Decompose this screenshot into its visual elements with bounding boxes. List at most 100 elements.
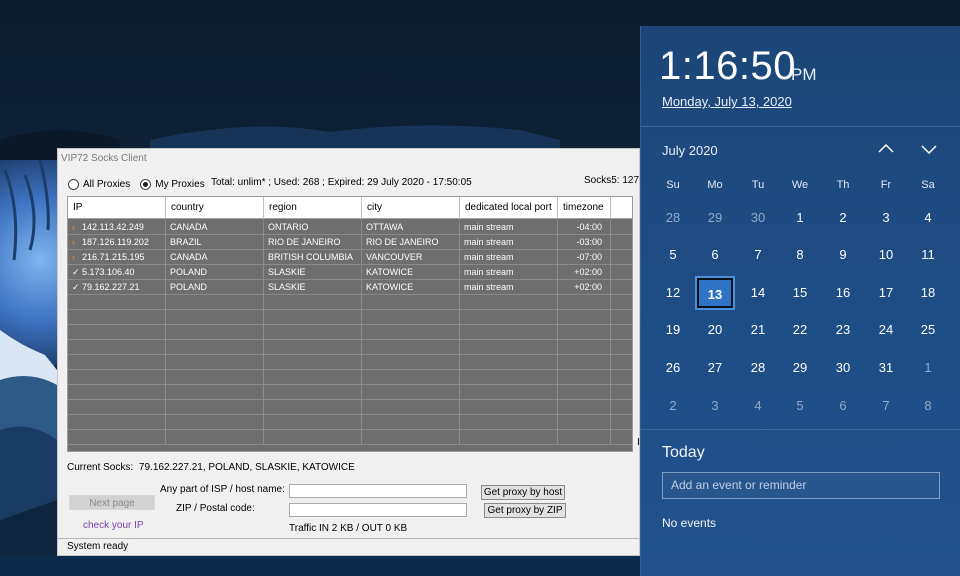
table-cell-empty xyxy=(460,400,558,415)
calendar-day[interactable]: 28 xyxy=(653,203,693,233)
calendar-day[interactable]: 19 xyxy=(653,315,693,345)
calendar-day[interactable]: 12 xyxy=(653,278,693,308)
table-row[interactable]: › 216.71.215.195 CANADA BRITISH COLUMBIA VAN… xyxy=(68,250,632,265)
table-row-empty xyxy=(68,385,632,400)
table-cell-ip: › 187.126.119.202 xyxy=(68,235,166,250)
column-header[interactable] xyxy=(611,197,632,219)
next-page-button[interactable]: Next page xyxy=(69,495,155,510)
calendar-day[interactable]: 14 xyxy=(738,278,778,308)
previous-month-chevron-up-icon[interactable] xyxy=(876,139,896,159)
weekday-header: Sa xyxy=(921,179,935,191)
calendar-day[interactable]: 29 xyxy=(780,353,820,383)
table-cell-empty xyxy=(558,295,611,310)
calendar-day[interactable]: 25 xyxy=(908,315,948,345)
all-proxies-radio[interactable] xyxy=(68,179,79,190)
calendar-day-today[interactable]: 13 xyxy=(695,276,735,310)
table-cell-empty xyxy=(611,340,632,355)
column-header[interactable]: region xyxy=(264,197,362,219)
column-header[interactable]: dedicated local port xyxy=(460,197,558,219)
clock-time: 1:16:50 xyxy=(659,44,796,88)
column-header[interactable]: city xyxy=(362,197,460,219)
table-row[interactable]: › 187.126.119.202 BRAZIL RIO DE JANEIRO RIO … xyxy=(68,235,632,250)
table-cell-port: main stream xyxy=(460,265,558,280)
check-ip-link[interactable]: check your IP xyxy=(83,520,144,531)
calendar-day[interactable]: 30 xyxy=(738,203,778,233)
calendar-day[interactable]: 7 xyxy=(738,240,778,270)
arrow-icon: › xyxy=(72,252,75,262)
calendar-day[interactable]: 21 xyxy=(738,315,778,345)
calendar-day[interactable]: 3 xyxy=(695,391,735,421)
table-cell-tz: -03:00 xyxy=(558,235,611,250)
get-proxy-by-host-button[interactable]: Get proxy by host xyxy=(481,485,565,500)
table-cell-empty xyxy=(166,340,264,355)
table-cell-empty xyxy=(264,325,362,340)
calendar-day[interactable]: 27 xyxy=(695,353,735,383)
calendar-day[interactable]: 4 xyxy=(908,203,948,233)
table-row[interactable]: ✓ 5.173.106.40 POLAND SLASKIE KATOWICE main s… xyxy=(68,265,632,280)
table-row-empty xyxy=(68,400,632,415)
calendar-day[interactable]: 6 xyxy=(695,240,735,270)
calendar-day[interactable]: 5 xyxy=(780,391,820,421)
table-cell-city: KATOWICE xyxy=(362,265,460,280)
calendar-day[interactable]: 20 xyxy=(695,315,735,345)
calendar-day[interactable]: 2 xyxy=(823,203,863,233)
full-date-link[interactable]: Monday, July 13, 2020 xyxy=(662,94,792,109)
calendar-day[interactable]: 3 xyxy=(866,203,906,233)
table-cell-empty xyxy=(611,310,632,325)
next-month-chevron-down-icon[interactable] xyxy=(919,139,939,159)
table-row[interactable]: › 142.113.42.249 CANADA ONTARIO OTTAWA main s… xyxy=(68,220,632,235)
calendar-day[interactable]: 22 xyxy=(780,315,820,345)
table-cell-empty xyxy=(558,370,611,385)
column-header[interactable]: IP xyxy=(68,197,166,219)
zip-input[interactable] xyxy=(289,503,467,517)
calendar-day[interactable]: 29 xyxy=(695,203,735,233)
calendar-day[interactable]: 4 xyxy=(738,391,778,421)
column-header[interactable]: country xyxy=(166,197,264,219)
calendar-day[interactable]: 10 xyxy=(866,240,906,270)
table-cell-port: main stream xyxy=(460,250,558,265)
table-cell-country: POLAND xyxy=(166,280,264,295)
calendar-day[interactable]: 15 xyxy=(780,278,820,308)
calendar-day[interactable]: 26 xyxy=(653,353,693,383)
calendar-day[interactable]: 1 xyxy=(908,353,948,383)
account-stats: Total: unlim* ; Used: 268 ; Expired: 29 … xyxy=(211,177,472,188)
table-cell-empty xyxy=(460,415,558,430)
calendar-day[interactable]: 6 xyxy=(823,391,863,421)
isp-input[interactable] xyxy=(289,484,467,498)
calendar-day[interactable]: 1 xyxy=(780,203,820,233)
calendar-day[interactable]: 2 xyxy=(653,391,693,421)
weekday-header: Tu xyxy=(751,179,765,191)
calendar-day[interactable]: 16 xyxy=(823,278,863,308)
calendar-day[interactable]: 7 xyxy=(866,391,906,421)
calendar-day[interactable]: 24 xyxy=(866,315,906,345)
calendar-day[interactable]: 9 xyxy=(823,240,863,270)
calendar-day[interactable]: 17 xyxy=(866,278,906,308)
calendar-month-title[interactable]: July 2020 xyxy=(662,143,718,158)
calendar-day[interactable]: 23 xyxy=(823,315,863,345)
divider xyxy=(641,126,960,127)
column-header[interactable]: timezone xyxy=(558,197,611,219)
calendar-day[interactable]: 8 xyxy=(908,391,948,421)
ip-text: 187.126.119.202 xyxy=(82,237,149,247)
current-socks-label: Current Socks: xyxy=(67,462,134,473)
table-cell-country: POLAND xyxy=(166,265,264,280)
calendar-day[interactable]: 31 xyxy=(866,353,906,383)
calendar-day[interactable]: 5 xyxy=(653,240,693,270)
table-cell-empty xyxy=(611,325,632,340)
table-cell-empty xyxy=(264,385,362,400)
calendar-day[interactable]: 18 xyxy=(908,278,948,308)
calendar-day[interactable]: 30 xyxy=(823,353,863,383)
table-cell-city: RIO DE JANEIRO xyxy=(362,235,460,250)
table-cell-empty xyxy=(611,415,632,430)
table-row[interactable]: ✓ 79.162.227.21 POLAND SLASKIE KATOWICE main … xyxy=(68,280,632,295)
table-cell-empty xyxy=(362,385,460,400)
calendar-day[interactable]: 8 xyxy=(780,240,820,270)
table-cell-empty xyxy=(166,430,264,445)
add-event-input[interactable]: Add an event or reminder xyxy=(662,472,940,499)
calendar-day[interactable]: 28 xyxy=(738,353,778,383)
my-proxies-radio[interactable] xyxy=(140,179,152,190)
table-row-empty xyxy=(68,340,632,355)
get-proxy-by-zip-button[interactable]: Get proxy by ZIP xyxy=(484,503,566,518)
calendar-day[interactable]: 11 xyxy=(908,240,948,270)
table-cell-empty xyxy=(166,385,264,400)
